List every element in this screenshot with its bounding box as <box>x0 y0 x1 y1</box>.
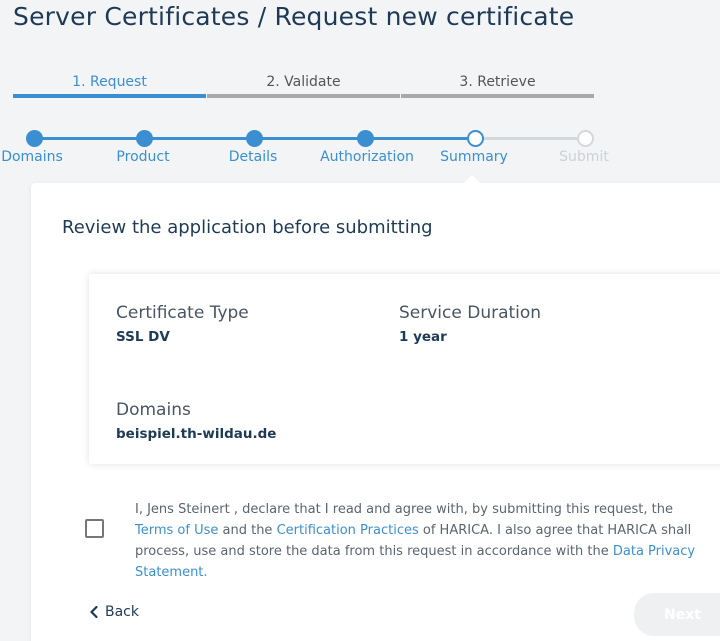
agreement-text-part: I, Jens Steinert , declare that I read a… <box>135 502 673 517</box>
tracker-node-domains <box>26 130 43 147</box>
chevron-left-icon <box>90 606 98 618</box>
domains-label: Domains <box>116 400 191 420</box>
tracker-node-submit <box>577 130 594 147</box>
terms-of-use-link[interactable]: Terms of Use <box>135 523 218 538</box>
domains-value: beispiel.th-wildau.de <box>116 426 277 442</box>
service-duration-label: Service Duration <box>399 303 542 323</box>
next-button[interactable]: Next <box>634 593 720 636</box>
back-button[interactable]: Back <box>89 604 139 620</box>
certification-practices-link[interactable]: Certification Practices <box>277 523 419 538</box>
tracker-label-submit: Submit <box>559 149 609 165</box>
back-button-label: Back <box>105 604 139 620</box>
agreement-text-part: and the <box>218 523 277 538</box>
tracker-node-summary <box>467 130 484 147</box>
agreement-text: I, Jens Steinert , declare that I read a… <box>135 499 705 583</box>
tracker-label-authorization: Authorization <box>320 149 414 165</box>
tracker-node-product <box>136 130 153 147</box>
tracker-node-details <box>246 130 263 147</box>
step-tab-request[interactable]: 1. Request <box>13 72 206 98</box>
step-tab-label: 2. Validate <box>266 74 341 90</box>
step-tab-bar <box>207 94 400 98</box>
step-tab-bar <box>13 94 206 98</box>
summary-card: Certificate Type SSL DV Service Duration… <box>89 274 720 464</box>
next-button-label: Next <box>664 606 701 623</box>
progress-tracker: Domains Product Details Authorization Su… <box>0 128 720 168</box>
step-tab-validate[interactable]: 2. Validate <box>207 72 400 98</box>
step-tabs: 1. Request 2. Validate 3. Retrieve <box>13 72 594 98</box>
page-title: Server Certificates / Request new certif… <box>13 2 575 31</box>
review-heading: Review the application before submitting <box>62 217 433 238</box>
service-duration-value: 1 year <box>399 329 447 345</box>
step-tab-bar <box>401 94 594 98</box>
review-panel: Review the application before submitting… <box>31 175 720 641</box>
certificate-type-label: Certificate Type <box>116 303 249 323</box>
step-tab-label: 3. Retrieve <box>459 74 536 90</box>
certificate-type-value: SSL DV <box>116 329 170 345</box>
tracker-label-product: Product <box>116 149 170 165</box>
tracker-line-todo <box>476 137 586 140</box>
step-tab-retrieve[interactable]: 3. Retrieve <box>401 72 594 98</box>
agreement-checkbox[interactable] <box>85 519 104 538</box>
tracker-label-summary: Summary <box>440 149 508 165</box>
tracker-label-domains: Domains <box>1 149 63 165</box>
tracker-label-details: Details <box>228 149 278 165</box>
tracker-node-authorization <box>357 130 374 147</box>
step-tab-label: 1. Request <box>72 74 147 90</box>
